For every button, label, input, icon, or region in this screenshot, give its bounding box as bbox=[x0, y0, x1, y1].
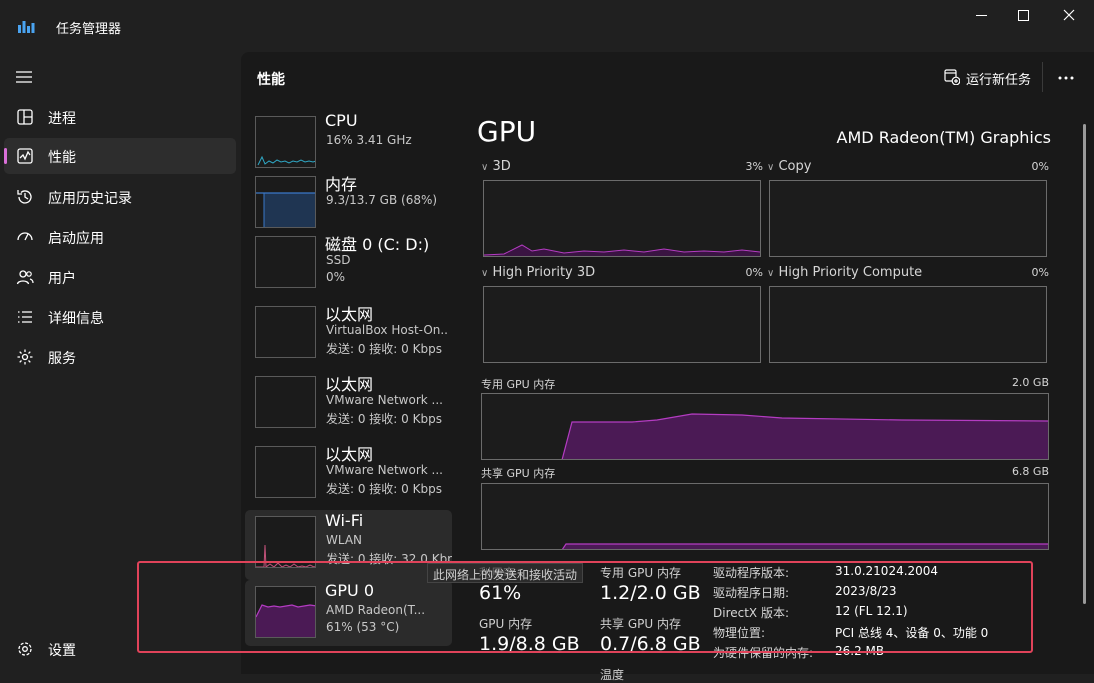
engine-hpcompute-graph bbox=[769, 286, 1047, 363]
device-card-cpu[interactable]: CPU 16% 3.41 GHz bbox=[245, 110, 452, 176]
device-detail: 16% 3.41 GHz bbox=[326, 133, 412, 147]
dedicated-memory-label: 专用 GPU 内存 bbox=[481, 378, 556, 391]
device-detail: WLAN bbox=[326, 533, 363, 547]
gpu-title: GPU bbox=[477, 115, 537, 148]
nav-label: 应用历史记录 bbox=[48, 191, 132, 207]
chevron-down-icon: ∨ bbox=[481, 162, 489, 173]
gpu-model-name: AMD Radeon(TM) Graphics bbox=[836, 128, 1051, 147]
nav-label: 设置 bbox=[48, 643, 76, 659]
history-icon bbox=[16, 188, 34, 206]
dedicated-memory-max: 2.0 GB bbox=[1011, 376, 1049, 389]
close-button[interactable] bbox=[1050, 0, 1090, 30]
device-detail: 0% bbox=[326, 270, 346, 284]
title-bar: 任务管理器 bbox=[0, 0, 1094, 52]
nav-label: 启动应用 bbox=[48, 231, 104, 247]
engine-3d-label[interactable]: ∨ 3D bbox=[481, 159, 511, 174]
device-detail: 9.3/13.7 GB (68%) bbox=[326, 193, 438, 207]
more-options-icon[interactable] bbox=[1056, 68, 1076, 88]
engine-copy-percent: 0% bbox=[1031, 160, 1049, 173]
run-task-label: 运行新任务 bbox=[966, 73, 1032, 88]
speedometer-icon bbox=[16, 228, 34, 246]
device-name: 以太网 bbox=[325, 375, 374, 394]
nav-item-processes[interactable]: 进程 bbox=[4, 99, 236, 135]
device-name: 以太网 bbox=[325, 305, 374, 324]
engine-hp3d-label[interactable]: ∨ High Priority 3D bbox=[481, 265, 595, 280]
chevron-down-icon: ∨ bbox=[767, 268, 775, 279]
shared-memory-label: 共享 GPU 内存 bbox=[481, 467, 556, 480]
details-list-icon bbox=[16, 308, 34, 326]
nav-label: 进程 bbox=[48, 111, 76, 127]
processes-icon bbox=[16, 108, 34, 126]
device-name: 磁盘 0 (C: D:) bbox=[325, 235, 430, 254]
engine-hpcompute-label[interactable]: ∨ High Priority Compute bbox=[767, 265, 922, 280]
users-icon bbox=[16, 268, 34, 286]
device-name: 内存 bbox=[325, 175, 358, 194]
nav-item-app-history[interactable]: 应用历史记录 bbox=[4, 179, 236, 215]
ethernet-thumbnail bbox=[255, 446, 316, 498]
nav-item-services[interactable]: 服务 bbox=[4, 339, 236, 375]
nav-item-startup-apps[interactable]: 启动应用 bbox=[4, 219, 236, 255]
engine-3d-percent: 3% bbox=[745, 160, 763, 173]
nav-label: 用户 bbox=[48, 271, 76, 287]
device-detail: VirtualBox Host-On... bbox=[326, 323, 448, 337]
device-card-disk[interactable]: 磁盘 0 (C: D:) SSD 0% bbox=[245, 230, 452, 296]
performance-icon bbox=[16, 147, 34, 165]
dedicated-memory-graph bbox=[481, 393, 1049, 460]
temperature-label: 温度 bbox=[600, 668, 625, 682]
chevron-down-icon: ∨ bbox=[481, 268, 489, 279]
nav-item-details[interactable]: 详细信息 bbox=[4, 299, 236, 335]
cpu-thumbnail bbox=[255, 116, 316, 168]
device-detail: 发送: 0 接收: 0 Kbps bbox=[326, 412, 442, 426]
disk-thumbnail bbox=[255, 236, 316, 288]
device-card-memory[interactable]: 内存 9.3/13.7 GB (68%) bbox=[245, 170, 452, 236]
page-title: 性能 bbox=[257, 72, 285, 88]
nav-label: 详细信息 bbox=[48, 311, 104, 327]
device-card-ethernet-3[interactable]: 以太网 VMware Network ... 发送: 0 接收: 0 Kbps bbox=[245, 440, 452, 506]
chevron-down-icon: ∨ bbox=[767, 162, 775, 173]
engine-copy-graph bbox=[769, 180, 1047, 257]
engine-hpcompute-percent: 0% bbox=[1031, 266, 1049, 279]
device-detail: 发送: 0 接收: 0 Kbps bbox=[326, 342, 442, 356]
nav-item-users[interactable]: 用户 bbox=[4, 259, 236, 295]
device-detail: SSD bbox=[326, 253, 351, 267]
device-detail: VMware Network ... bbox=[326, 393, 443, 407]
engine-hp3d-graph bbox=[483, 286, 761, 363]
device-card-ethernet-2[interactable]: 以太网 VMware Network ... 发送: 0 接收: 0 Kbps bbox=[245, 370, 452, 436]
settings-gear-icon bbox=[16, 640, 34, 658]
nav-label: 服务 bbox=[48, 351, 76, 367]
nav-label: 性能 bbox=[48, 150, 76, 166]
device-detail: 发送: 0 接收: 0 Kbps bbox=[326, 482, 442, 496]
ethernet-thumbnail bbox=[255, 306, 316, 358]
memory-thumbnail bbox=[255, 176, 316, 228]
engine-copy-label[interactable]: ∨ Copy bbox=[767, 159, 811, 174]
vertical-scrollbar[interactable] bbox=[1083, 124, 1086, 604]
app-logo-icon bbox=[18, 18, 35, 33]
services-gear-icon bbox=[16, 348, 34, 366]
shared-memory-max: 6.8 GB bbox=[1011, 465, 1049, 478]
highlight-rectangle bbox=[137, 561, 1033, 653]
device-name: Wi-Fi bbox=[325, 511, 364, 530]
run-new-task-button[interactable]: 运行新任务 bbox=[941, 66, 1033, 90]
nav-item-performance[interactable]: 性能 bbox=[4, 138, 236, 174]
device-detail: VMware Network ... bbox=[326, 463, 443, 477]
device-name: CPU bbox=[325, 111, 358, 130]
shared-memory-graph bbox=[481, 483, 1049, 550]
minimize-button[interactable] bbox=[962, 0, 1002, 30]
window-title: 任务管理器 bbox=[56, 22, 122, 37]
maximize-button[interactable] bbox=[1003, 0, 1043, 30]
run-task-icon bbox=[944, 69, 961, 86]
hamburger-menu-icon[interactable] bbox=[15, 69, 33, 83]
engine-3d-graph bbox=[483, 180, 761, 257]
engine-hp3d-percent: 0% bbox=[745, 266, 763, 279]
device-name: 以太网 bbox=[325, 445, 374, 464]
device-card-ethernet-1[interactable]: 以太网 VirtualBox Host-On... 发送: 0 接收: 0 Kb… bbox=[245, 300, 452, 366]
header-divider bbox=[1042, 62, 1043, 92]
ethernet-thumbnail bbox=[255, 376, 316, 428]
